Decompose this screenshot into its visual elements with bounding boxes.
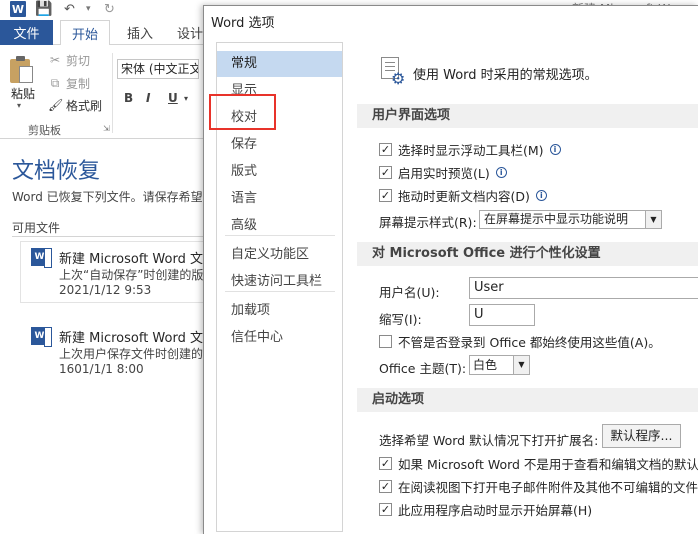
option-label: 在阅读视图下打开电子邮件附件及其他不可编辑的文件(O bbox=[398, 479, 698, 495]
office-theme-select[interactable]: 白色 ▼ bbox=[469, 355, 530, 375]
general-options-heading: 使用 Word 时采用的常规选项。 bbox=[413, 68, 598, 83]
info-icon[interactable]: i bbox=[535, 189, 547, 201]
checkbox-checked[interactable]: ✓ bbox=[379, 142, 392, 156]
group-divider bbox=[112, 53, 113, 133]
available-files-label: 可用文件 bbox=[12, 221, 61, 235]
nav-divider bbox=[225, 291, 335, 292]
recovery-title: 文档恢复 bbox=[12, 159, 101, 184]
info-icon[interactable]: i bbox=[549, 143, 561, 155]
option-reading-view-attachments[interactable]: ✓ 在阅读视图下打开电子邮件附件及其他不可编辑的文件(O bbox=[379, 477, 698, 495]
tab-insert[interactable]: 插入 bbox=[118, 20, 162, 45]
nav-item-layout[interactable]: 版式 bbox=[217, 159, 342, 185]
dialog-title: Word 选项 bbox=[211, 16, 275, 31]
underline-dropdown-icon[interactable]: ▾ bbox=[184, 94, 188, 103]
nav-item-language[interactable]: 语言 bbox=[217, 186, 342, 212]
option-always-use-values[interactable]: 不管是否登录到 Office 都始终使用这些值(A)。 bbox=[379, 332, 661, 350]
checkbox-checked[interactable]: ✓ bbox=[379, 188, 392, 202]
save-icon[interactable]: 💾 bbox=[35, 1, 52, 17]
cut-button[interactable]: ✂ 剪切 bbox=[48, 51, 90, 69]
nav-divider bbox=[225, 235, 335, 236]
undo-icon[interactable]: ↶ bbox=[64, 0, 75, 18]
option-mini-toolbar[interactable]: ✓ 选择时显示浮动工具栏(M) i bbox=[379, 140, 561, 158]
nav-item-customize-ribbon[interactable]: 自定义功能区 bbox=[217, 242, 342, 268]
nav-item-add-ins[interactable]: 加载项 bbox=[217, 298, 342, 324]
dialog-launcher-icon[interactable]: ⇲ bbox=[103, 124, 110, 133]
checkbox-unchecked[interactable] bbox=[379, 334, 392, 348]
screentip-style-value: 在屏幕提示中显示功能说明 bbox=[484, 212, 629, 226]
paste-dropdown-icon[interactable]: ▾ bbox=[17, 101, 21, 110]
underline-button[interactable]: U bbox=[168, 91, 178, 105]
option-update-on-drag[interactable]: ✓ 拖动时更新文档内容(D) i bbox=[379, 186, 547, 204]
format-painter-label: 格式刷 bbox=[66, 98, 103, 113]
checkbox-checked[interactable]: ✓ bbox=[379, 502, 392, 516]
option-default-program-notice[interactable]: ✓ 如果 Microsoft Word 不是用于查看和编辑文档的默认程 bbox=[379, 454, 698, 472]
screentip-style-select[interactable]: 在屏幕提示中显示功能说明 ▼ bbox=[479, 210, 662, 229]
checkbox-checked[interactable]: ✓ bbox=[379, 456, 392, 470]
initials-input[interactable]: U bbox=[469, 304, 535, 326]
recovered-file-item[interactable]: W 新建 Microsoft Word 文档 上次“自动保存”时创建的版本 20… bbox=[20, 241, 216, 303]
font-name-select[interactable]: 宋体 (中文正文 bbox=[117, 59, 199, 79]
undo-dropdown-icon[interactable]: ▾ bbox=[86, 0, 91, 18]
divider bbox=[12, 236, 210, 237]
paste-button-label[interactable]: 粘贴 bbox=[11, 85, 35, 102]
paste-icon[interactable] bbox=[10, 55, 34, 85]
username-label: 用户名(U): bbox=[379, 285, 440, 300]
paintbrush-icon: 🖌 bbox=[48, 98, 64, 112]
word-document-icon: W bbox=[31, 248, 52, 268]
file-date: 1601/1/1 8:00 bbox=[59, 362, 144, 376]
redo-icon[interactable]: ↻ bbox=[104, 0, 115, 18]
nav-item-general[interactable]: 常规 bbox=[217, 51, 342, 77]
office-theme-label: Office 主题(T): bbox=[379, 361, 467, 376]
username-input[interactable]: User bbox=[469, 277, 698, 299]
recovery-description: Word 已恢复下列文件。请保存希望 bbox=[12, 190, 203, 204]
info-icon[interactable]: i bbox=[495, 166, 507, 178]
option-label: 不管是否登录到 Office 都始终使用这些值(A)。 bbox=[398, 334, 661, 350]
file-version-desc: 上次“自动保存”时创建的版本 bbox=[59, 268, 216, 282]
tab-file[interactable]: 文件 bbox=[0, 20, 53, 45]
option-show-start-screen[interactable]: ✓ 此应用程序启动时显示开始屏幕(H) bbox=[379, 500, 592, 518]
general-options-icon: ⚙ bbox=[377, 57, 407, 87]
options-content: ⚙ 使用 Word 时采用的常规选项。 用户界面选项 ✓ 选择时显示浮动工具栏(… bbox=[357, 42, 698, 532]
office-theme-value: 白色 bbox=[473, 358, 498, 372]
italic-button[interactable]: I bbox=[146, 91, 150, 105]
chevron-down-icon[interactable]: ▼ bbox=[645, 211, 661, 228]
checkbox-checked[interactable]: ✓ bbox=[379, 165, 392, 179]
format-painter-button[interactable]: 🖌 格式刷 bbox=[48, 96, 102, 114]
clipboard-group-label: 剪贴板 bbox=[28, 124, 61, 137]
screentip-style-label: 屏幕提示样式(R): bbox=[379, 215, 477, 230]
tab-home[interactable]: 开始 bbox=[60, 20, 110, 46]
scissors-icon: ✂ bbox=[49, 53, 61, 67]
checkbox-checked[interactable]: ✓ bbox=[379, 479, 392, 493]
option-live-preview[interactable]: ✓ 启用实时预览(L) i bbox=[379, 163, 507, 181]
nav-item-trust-center[interactable]: 信任中心 bbox=[217, 325, 342, 351]
option-label: 此应用程序启动时显示开始屏幕(H) bbox=[398, 502, 593, 518]
file-name: 新建 Microsoft Word 文档 bbox=[59, 252, 216, 267]
section-header-ui-options: 用户界面选项 bbox=[357, 104, 698, 128]
chevron-down-icon[interactable]: ▼ bbox=[513, 356, 529, 374]
bold-button[interactable]: B bbox=[124, 91, 133, 105]
section-header-startup: 启动选项 bbox=[357, 388, 698, 412]
copy-icon: ⧉ bbox=[50, 75, 60, 90]
copy-label: 复制 bbox=[66, 76, 91, 91]
option-label: 拖动时更新文档内容(D) bbox=[398, 188, 530, 204]
word-document-icon: W bbox=[31, 327, 52, 347]
default-programs-button[interactable]: 默认程序... bbox=[602, 424, 681, 448]
nav-item-save[interactable]: 保存 bbox=[217, 132, 342, 158]
option-label: 选择时显示浮动工具栏(M) bbox=[398, 142, 544, 158]
word-options-dialog: Word 选项 常规 显示 校对 保存 版式 语言 高级 自定义功能区 快速访问… bbox=[203, 5, 698, 534]
option-label: 如果 Microsoft Word 不是用于查看和编辑文档的默认程 bbox=[398, 456, 698, 472]
option-label: 启用实时预览(L) bbox=[398, 165, 490, 181]
recovered-file-item[interactable]: W 新建 Microsoft Word 文档 上次用户保存文件时创建的版本 16… bbox=[20, 320, 227, 382]
file-name: 新建 Microsoft Word 文档 bbox=[59, 331, 216, 346]
section-header-personalize: 对 Microsoft Office 进行个性化设置 bbox=[357, 242, 698, 266]
annotation-highlight-box bbox=[209, 94, 276, 130]
file-version-desc: 上次用户保存文件时创建的版本 bbox=[59, 347, 228, 361]
file-date: 2021/1/12 9:53 bbox=[59, 283, 152, 297]
word-logo-icon: W bbox=[10, 1, 26, 17]
cut-label: 剪切 bbox=[66, 53, 91, 68]
extensions-label: 选择希望 Word 默认情况下打开扩展名: bbox=[379, 433, 599, 448]
copy-button[interactable]: ⧉ 复制 bbox=[48, 74, 90, 92]
initials-label: 缩写(I): bbox=[379, 312, 422, 327]
